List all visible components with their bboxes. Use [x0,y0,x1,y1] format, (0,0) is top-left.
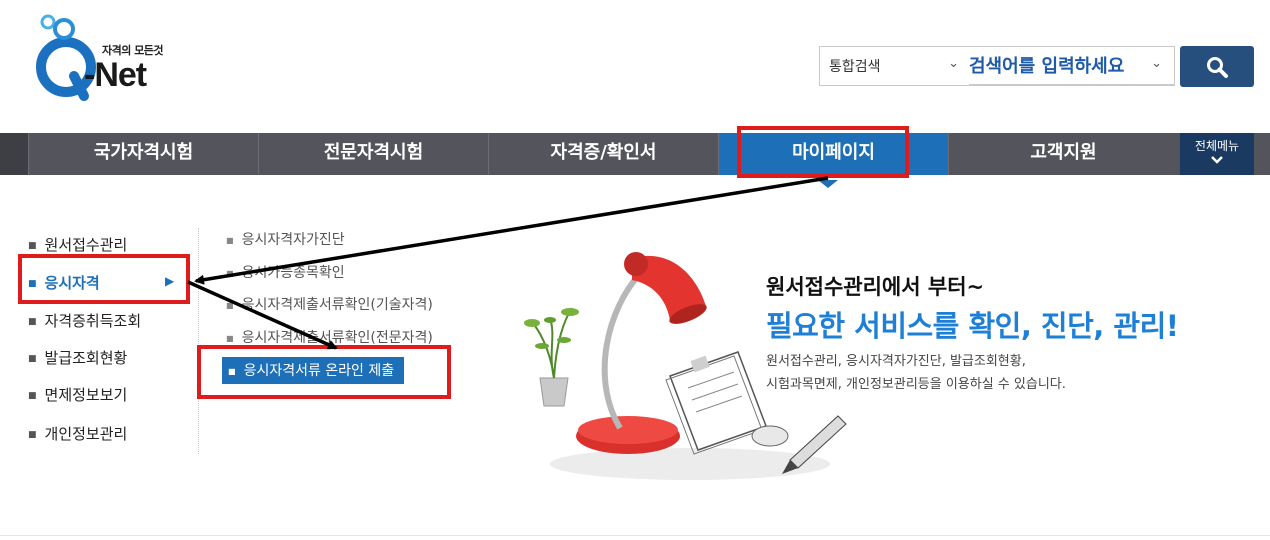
highlight-box-eligibility [18,254,190,304]
all-menu-label: 전체메뉴 [1194,139,1240,153]
bullet-icon: ■ [226,333,234,343]
left-menu-item[interactable]: ■ 면제정보보기 [28,384,127,414]
sub-menu-item[interactable]: ■ 응시자격제출서류확인(전문자격) [226,327,433,347]
logo-name: -Net [84,56,147,94]
highlight-box-online-submit [197,345,451,399]
sub-menu-item[interactable]: ■ 응시자격자가진단 [226,229,345,249]
bullet-icon: ■ [226,300,234,310]
sub-menu-item[interactable]: ■ 응시자격제출서류확인(기술자격) [226,294,433,314]
all-menu-button[interactable]: 전체메뉴 [1180,133,1254,175]
nav-certificate[interactable]: 자격증/확인서 [488,133,718,175]
left-menu-label: 발급조회현황 [44,349,128,367]
bullet-icon: ■ [28,240,37,251]
left-menu-label: 원서접수관리 [44,236,128,254]
sub-menu-label: 응시자격제출서류확인(기술자격) [241,297,433,313]
menu-divider [198,228,199,454]
search-placeholder: 검색어를 입력하세요 [969,56,1125,77]
qnet-logo[interactable]: 자격의 모든것 -Net [26,10,176,106]
chevron-down-icon: ⌄ [948,56,959,71]
left-menu-item[interactable]: ■ 발급조회현황 [28,347,127,377]
search-button[interactable] [1180,46,1254,87]
nav-customer-support[interactable]: 고객지원 [948,133,1178,175]
plant-icon [524,307,579,407]
left-menu-label: 개인정보관리 [44,425,128,443]
bullet-icon: ■ [226,235,234,245]
sub-menu-label: 응시자격제출서류확인(전문자격) [241,330,433,346]
highlight-box-mypage [737,126,909,178]
nav-national-exam[interactable]: 국가자격시험 [28,133,258,175]
bullet-icon: ■ [28,429,37,440]
bullet-icon: ■ [226,268,234,278]
sub-menu-label: 응시자격자가진단 [241,232,345,248]
left-menu-item[interactable]: ■ 자격증취득조회 [28,310,141,340]
sub-menu-label: 응시가능종목확인 [241,265,345,281]
chevron-down-icon[interactable]: ⌄ [1151,56,1162,71]
sub-menu-item[interactable]: ■ 응시가능종목확인 [226,262,345,282]
promo-title-line1: 원서접수관리에서 부터~ [766,275,985,299]
search-input[interactable]: 검색어를 입력하세요 ⌄ [969,46,1175,86]
main-nav: 국가자격시험 전문자격시험 자격증/확인서 마이페이지 고객지원 전체메뉴 [0,133,1270,175]
left-menu-label: 면제정보보기 [44,386,128,404]
left-menu-label: 자격증취득조회 [44,312,142,330]
search-scope-value: 통합검색 [829,59,881,75]
eraser-icon [751,425,789,447]
nav-edge [0,133,28,175]
bullet-icon: ■ [28,353,37,364]
search-scope-select[interactable]: 통합검색 ⌄ [819,46,969,86]
bullet-icon: ■ [28,316,37,327]
search-icon [1207,56,1228,78]
left-menu-item[interactable]: ■ 개인정보관리 [28,423,127,453]
promo-description-line2: 시험과목면제, 개인정보관리등을 이용하실 수 있습니다. [766,377,1066,392]
document-icon [665,351,767,455]
nav-professional-exam[interactable]: 전문자격시험 [258,133,488,175]
promo-title-line2: 필요한 서비스를 확인, 진단, 관리! [766,309,1179,343]
bullet-icon: ■ [28,390,37,401]
footer-divider [0,535,1270,536]
promo-description-line1: 원서접수관리, 응시자격자가진단, 발급조회현황, [766,354,1026,369]
active-nav-pointer [818,180,838,188]
chevron-down-icon [1180,154,1254,168]
